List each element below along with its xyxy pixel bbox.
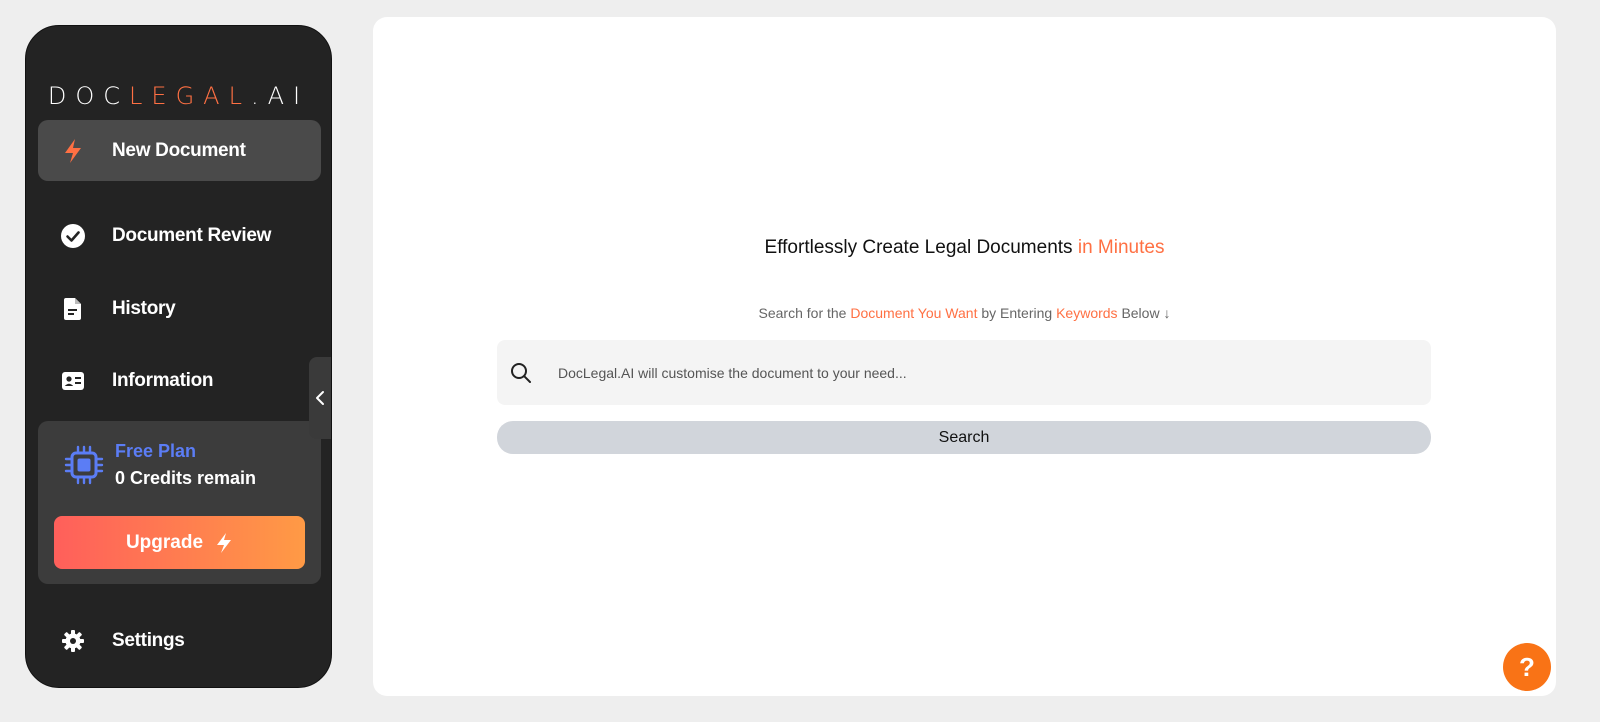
bolt-icon <box>60 138 86 164</box>
sidebar-item-new-document[interactable]: New Document <box>38 120 321 181</box>
plan-credits: 0 Credits remain <box>115 468 257 488</box>
chip-icon <box>64 445 104 485</box>
search-button[interactable]: Search <box>497 421 1431 454</box>
instruction-accent: Keywords <box>1056 305 1118 321</box>
sidebar-item-label: History <box>112 297 176 319</box>
search-input[interactable] <box>558 364 1431 381</box>
sidebar-item-label: Information <box>112 369 214 391</box>
sidebar-item-label: New Document <box>112 139 246 161</box>
instruction-text: by Entering <box>981 305 1053 321</box>
headline-accent: in Minutes <box>1077 237 1165 258</box>
id-card-icon <box>60 368 86 394</box>
logo-text-legal: LEGAL <box>129 82 251 110</box>
check-circle-icon <box>60 223 86 249</box>
instruction-text: Search for the <box>758 305 847 321</box>
help-button[interactable]: ? <box>1503 643 1551 691</box>
logo-text-ai: .AI <box>250 82 310 110</box>
headline-text: Effortlessly Create Legal Documents <box>764 237 1073 258</box>
gear-icon <box>60 628 86 654</box>
logo-text-doc: DOC <box>47 82 130 110</box>
upgrade-label: Upgrade <box>125 531 204 553</box>
sidebar: DOCLEGAL.AI New Document Document Review… <box>25 25 332 688</box>
sidebar-item-information[interactable]: Information <box>38 350 321 411</box>
chevron-left-icon <box>315 390 325 406</box>
page-headline: Effortlessly Create Legal Documents in M… <box>373 237 1556 259</box>
instruction-text: Below ↓ <box>1121 305 1171 321</box>
app-logo[interactable]: DOCLEGAL.AI <box>26 81 331 111</box>
plan-card: Free Plan 0 Credits remain Upgrade <box>38 421 321 584</box>
sidebar-item-label: Document Review <box>112 224 272 246</box>
search-instructions: Search for the Document You Want by Ente… <box>373 305 1556 321</box>
sidebar-item-document-review[interactable]: Document Review <box>38 205 321 266</box>
sidebar-item-settings[interactable]: Settings <box>38 610 321 671</box>
search-icon <box>510 362 532 384</box>
plan-name: Free Plan <box>115 441 197 461</box>
search-box <box>497 340 1431 405</box>
document-icon <box>60 296 86 322</box>
upgrade-button[interactable]: Upgrade <box>54 516 305 569</box>
sidebar-item-history[interactable]: History <box>38 278 321 339</box>
sidebar-item-label: Settings <box>112 629 185 651</box>
main-panel: Effortlessly Create Legal Documents in M… <box>373 17 1556 696</box>
instruction-accent: Document You Want <box>850 305 978 321</box>
collapse-sidebar-button[interactable] <box>309 357 331 439</box>
bolt-icon <box>215 532 233 554</box>
